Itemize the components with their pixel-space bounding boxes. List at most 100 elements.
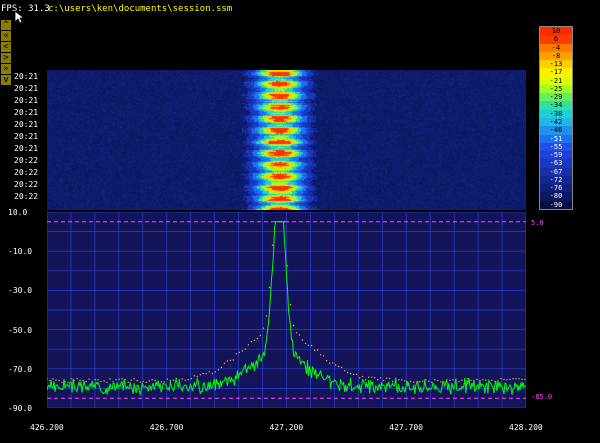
waterfall-timestamp: 20:22 <box>14 180 39 189</box>
max-hold-dot <box>202 372 204 375</box>
max-hold-dot <box>500 378 502 380</box>
y-tick-label: -10.0 <box>8 247 33 257</box>
max-hold-dot <box>398 379 400 381</box>
max-hold-dot <box>55 379 57 381</box>
max-hold-dot <box>196 375 198 378</box>
max-hold-dot <box>217 369 220 371</box>
max-hold-dot <box>374 376 376 379</box>
max-hold-dot <box>220 366 223 369</box>
max-hold-dot <box>401 379 403 381</box>
max-hold-dot <box>470 379 472 382</box>
max-hold-dot <box>289 303 292 306</box>
max-hold-dot <box>521 378 523 381</box>
waterfall-timestamp: 20:21 <box>14 84 39 93</box>
max-hold-dot <box>359 377 361 379</box>
legend-level: -13 <box>540 60 572 69</box>
max-hold-dot <box>52 378 54 380</box>
max-hold-dot <box>419 381 421 383</box>
max-hold-dot <box>313 349 316 352</box>
max-hold-dot <box>256 337 259 340</box>
max-hold-dot <box>304 342 307 345</box>
max-hold-dot <box>509 378 511 381</box>
max-hold-dot <box>61 381 63 384</box>
max-hold-dot <box>458 381 460 383</box>
legend-level: -67 <box>540 167 572 177</box>
max-hold-dot <box>340 366 343 369</box>
max-hold-dot <box>482 379 484 381</box>
max-hold-dot <box>241 350 244 352</box>
waterfall-timestamp: 20:22 <box>14 192 39 201</box>
max-hold-dot <box>292 324 295 327</box>
max-hold-dot <box>142 380 144 382</box>
legend-level: -80 <box>540 192 572 201</box>
max-hold-dot <box>380 377 382 379</box>
max-hold-dot <box>178 379 180 381</box>
max-hold-dot <box>422 380 424 382</box>
y-tick-label: 10.0 <box>8 208 28 217</box>
max-hold-dot <box>440 381 442 383</box>
max-hold-dot <box>112 381 114 383</box>
max-hold-dot <box>115 379 117 381</box>
double-left-icon[interactable]: « <box>1 31 11 41</box>
waterfall-display[interactable] <box>47 70 526 210</box>
max-hold-dot <box>295 332 298 334</box>
max-hold-dot <box>130 379 132 381</box>
max-hold-dot <box>118 378 120 380</box>
max-hold-dot <box>437 379 439 382</box>
legend-level: -72 <box>540 175 572 185</box>
max-hold-dot <box>343 370 346 372</box>
double-right-icon[interactable]: » <box>1 64 11 74</box>
max-hold-dot <box>85 380 87 383</box>
up-icon[interactable]: ^ <box>1 20 11 30</box>
max-hold-dot <box>121 378 123 380</box>
max-hold-dot <box>298 334 301 336</box>
max-hold-dot <box>316 349 319 351</box>
waterfall-timestamp: 20:21 <box>14 120 39 129</box>
max-hold-dot <box>247 344 250 346</box>
max-hold-dot <box>205 373 207 375</box>
max-hold-dot <box>244 348 247 350</box>
max-hold-dot <box>163 381 165 383</box>
max-hold-dot <box>268 286 271 289</box>
max-hold-dot <box>208 371 210 373</box>
max-hold-dot <box>250 340 253 343</box>
max-hold-dot <box>229 359 232 362</box>
max-hold-dot <box>154 379 156 381</box>
max-hold-dot <box>181 378 183 380</box>
spectrum-plot[interactable] <box>47 212 526 408</box>
max-hold-dot <box>325 360 328 362</box>
ref-level-bottom: -85.0 <box>531 393 553 401</box>
max-hold-dot <box>506 379 508 381</box>
max-hold-dot <box>389 377 391 380</box>
max-hold-dot <box>331 362 334 364</box>
right-icon[interactable]: > <box>1 53 11 63</box>
max-hold-dot <box>392 380 394 382</box>
max-hold-dot <box>271 244 274 246</box>
y-tick-label: -90.0 <box>8 404 33 413</box>
max-hold-dot <box>322 355 325 357</box>
max-hold-dot <box>169 380 171 382</box>
left-icon[interactable]: < <box>1 42 11 52</box>
max-hold-dot <box>434 379 436 381</box>
max-hold-dot <box>512 378 514 380</box>
x-tick-label: 426.200 <box>30 423 64 432</box>
down-icon[interactable]: v <box>1 75 11 85</box>
legend-level: 6 <box>540 35 572 44</box>
max-hold-dot <box>136 379 138 382</box>
legend-level: -59 <box>540 151 572 160</box>
max-hold-dot <box>259 334 262 337</box>
max-hold-dot <box>139 381 141 383</box>
legend-level: -17 <box>540 68 572 77</box>
legend-level: -42 <box>540 117 572 127</box>
y-tick-label: -30.0 <box>8 286 33 296</box>
max-hold-dot <box>79 379 81 381</box>
max-hold-dot <box>67 381 69 384</box>
max-hold-dot <box>404 380 406 382</box>
max-hold-dot <box>346 372 349 374</box>
legend-level: -55 <box>540 142 572 152</box>
max-hold-dot <box>145 381 147 384</box>
legend-level: -63 <box>540 159 572 168</box>
file-path: c:\users\ken\documents\session.ssm <box>48 4 233 14</box>
max-hold-dot <box>368 376 370 378</box>
legend-level: -8 <box>540 51 572 61</box>
